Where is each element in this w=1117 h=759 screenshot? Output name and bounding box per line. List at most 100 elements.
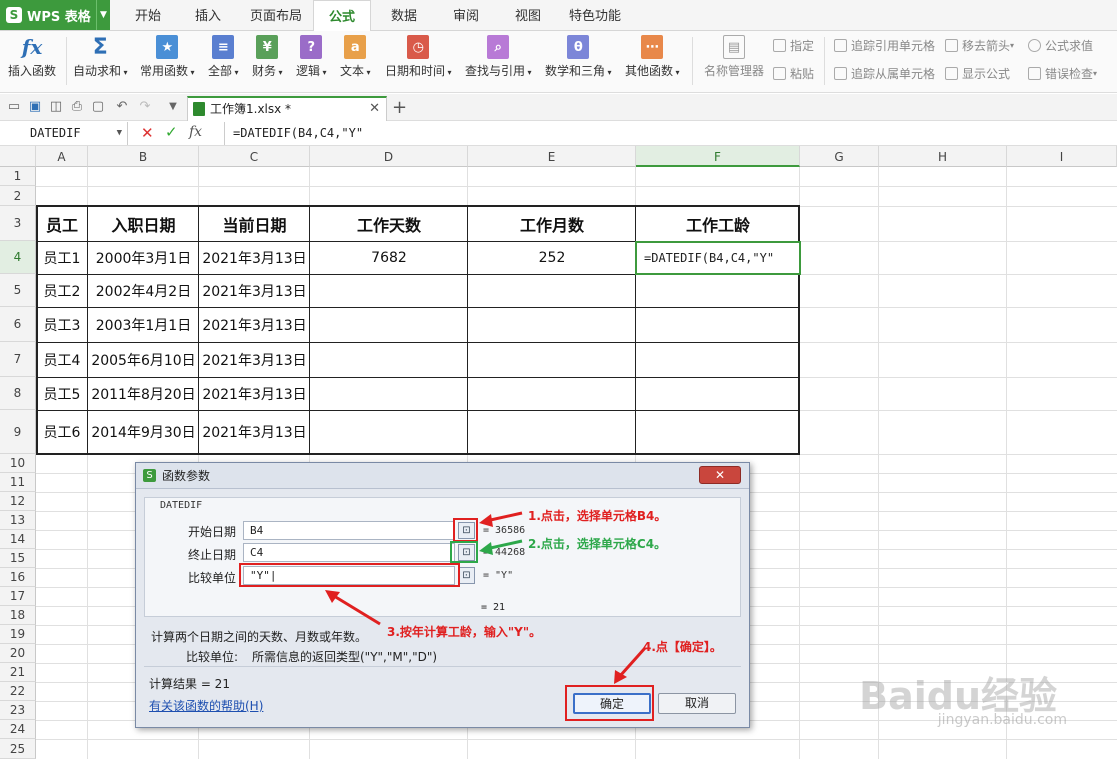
- evaluate-formula-button[interactable]: 公式求值: [1028, 37, 1093, 54]
- row-header[interactable]: 6: [0, 307, 36, 342]
- row-header[interactable]: 19: [0, 625, 36, 644]
- tab-page-layout[interactable]: 页面布局: [246, 0, 306, 31]
- wps-app-menu[interactable]: S WPS 表格 ▼: [0, 0, 110, 30]
- dialog-titlebar[interactable]: S 函数参数 ✕: [136, 463, 749, 489]
- unit-input[interactable]: "Y"|: [243, 566, 455, 585]
- tab-data[interactable]: 数据: [382, 0, 426, 31]
- table-cell[interactable]: 员工1: [36, 241, 88, 274]
- table-cell[interactable]: 员工6: [36, 410, 88, 454]
- table-cell[interactable]: 员工5: [36, 377, 88, 410]
- column-header-d[interactable]: D: [310, 146, 468, 167]
- table-header-cell[interactable]: 工作天数: [310, 206, 468, 241]
- chevron-down-icon[interactable]: ▼: [117, 122, 122, 145]
- table-cell[interactable]: 2021年3月13日: [199, 342, 310, 377]
- table-cell[interactable]: 2005年6月10日: [88, 342, 199, 377]
- tab-home[interactable]: 开始: [126, 0, 170, 31]
- close-icon[interactable]: ✕: [369, 98, 380, 120]
- help-link[interactable]: 有关该函数的帮助(H): [149, 697, 263, 714]
- table-cell[interactable]: 2021年3月13日: [199, 274, 310, 307]
- row-header[interactable]: 1: [0, 167, 36, 186]
- show-formulas-button[interactable]: 显示公式: [945, 65, 1010, 82]
- table-cell[interactable]: 员工4: [36, 342, 88, 377]
- column-header-i[interactable]: I: [1007, 146, 1117, 167]
- row-header[interactable]: 21: [0, 663, 36, 682]
- name-box[interactable]: DATEDIF ▼: [0, 122, 128, 145]
- formula-input[interactable]: =DATEDIF(B4,C4,"Y": [224, 122, 1117, 145]
- remove-arrows-button[interactable]: 移去箭头 ▾: [945, 37, 1014, 54]
- row-header[interactable]: 15: [0, 549, 36, 568]
- assign-button[interactable]: 指定: [773, 37, 814, 54]
- column-header-b[interactable]: B: [88, 146, 199, 167]
- row-header[interactable]: 3: [0, 206, 36, 241]
- undo-icon[interactable]: ↶: [114, 99, 130, 115]
- print-icon[interactable]: ⎙: [69, 99, 85, 115]
- text-functions-button[interactable]: a 文本 ▾: [340, 35, 371, 79]
- redo-icon[interactable]: ↷: [137, 99, 153, 115]
- new-tab-icon[interactable]: +: [392, 97, 407, 118]
- lookup-button[interactable]: ⌕ 查找与引用 ▾: [465, 35, 532, 79]
- cancel-button[interactable]: 取消: [658, 693, 736, 714]
- table-cell[interactable]: 2021年3月13日: [199, 307, 310, 342]
- table-cell[interactable]: 2011年8月20日: [88, 377, 199, 410]
- trace-dependents-button[interactable]: 追踪从属单元格: [834, 65, 935, 82]
- row-header[interactable]: 18: [0, 606, 36, 625]
- table-header-cell[interactable]: 员工: [36, 206, 88, 241]
- table-header-cell[interactable]: 工作月数: [468, 206, 636, 241]
- column-header-e[interactable]: E: [468, 146, 636, 167]
- table-cell[interactable]: 2002年4月2日: [88, 274, 199, 307]
- row-header[interactable]: 8: [0, 377, 36, 410]
- paste-name-button[interactable]: 粘贴: [773, 65, 814, 82]
- table-header-cell[interactable]: 当前日期: [199, 206, 310, 241]
- document-tab[interactable]: 工作簿1.xlsx * ✕: [187, 96, 387, 121]
- row-header[interactable]: 14: [0, 530, 36, 549]
- row-header[interactable]: 23: [0, 701, 36, 720]
- collapse-dialog-icon[interactable]: ⊡: [458, 544, 475, 561]
- fx-icon[interactable]: fx: [189, 124, 202, 140]
- trace-precedents-button[interactable]: 追踪引用单元格: [834, 37, 935, 54]
- math-button[interactable]: θ 数学和三角 ▾: [545, 35, 612, 79]
- collapse-dialog-icon[interactable]: ⊡: [458, 522, 475, 539]
- table-cell[interactable]: 252: [468, 241, 636, 274]
- table-cell[interactable]: 7682: [310, 241, 468, 274]
- column-header-a[interactable]: A: [36, 146, 88, 167]
- datetime-button[interactable]: ◷ 日期和时间 ▾: [385, 35, 452, 79]
- row-header[interactable]: 16: [0, 568, 36, 587]
- column-header-f[interactable]: F: [636, 146, 800, 167]
- row-header[interactable]: 17: [0, 587, 36, 606]
- row-header[interactable]: 4: [0, 241, 36, 274]
- column-header-h[interactable]: H: [879, 146, 1007, 167]
- cancel-icon[interactable]: ✕: [141, 124, 154, 142]
- row-header[interactable]: 11: [0, 473, 36, 492]
- end-date-input[interactable]: C4: [243, 543, 455, 562]
- other-functions-button[interactable]: ⋯ 其他函数 ▾: [625, 35, 680, 79]
- table-cell[interactable]: 2021年3月13日: [199, 377, 310, 410]
- common-functions-button[interactable]: ★ 常用函数 ▾: [140, 35, 195, 79]
- column-header-g[interactable]: G: [800, 146, 879, 167]
- row-header[interactable]: 13: [0, 511, 36, 530]
- all-functions-button[interactable]: ≡ 全部 ▾: [208, 35, 239, 79]
- save-icon[interactable]: ▣: [27, 99, 43, 115]
- dialog-close-button[interactable]: ✕: [699, 466, 741, 484]
- insert-function-button[interactable]: fx 插入函数: [8, 35, 56, 79]
- table-header-cell[interactable]: 工作工龄: [636, 206, 800, 241]
- row-header[interactable]: 12: [0, 492, 36, 511]
- export-pdf-icon[interactable]: ◫: [48, 99, 64, 115]
- tab-review[interactable]: 审阅: [444, 0, 488, 31]
- row-header[interactable]: 10: [0, 454, 36, 473]
- print-preview-icon[interactable]: ▢: [90, 99, 106, 115]
- tab-view[interactable]: 视图: [506, 0, 550, 31]
- table-cell[interactable]: 2021年3月13日: [199, 241, 310, 274]
- row-header[interactable]: 20: [0, 644, 36, 663]
- tab-formulas[interactable]: 公式: [313, 0, 371, 31]
- error-checking-button[interactable]: 错误检查 ▾: [1028, 65, 1097, 82]
- active-cell-f4[interactable]: =DATEDIF(B4,C4,"Y": [635, 241, 801, 275]
- column-header-c[interactable]: C: [199, 146, 310, 167]
- row-header[interactable]: 24: [0, 720, 36, 739]
- row-header[interactable]: 9: [0, 410, 36, 454]
- start-date-input[interactable]: B4: [243, 521, 455, 540]
- table-cell[interactable]: 2021年3月13日: [199, 410, 310, 454]
- table-cell[interactable]: 员工3: [36, 307, 88, 342]
- table-cell[interactable]: 2014年9月30日: [88, 410, 199, 454]
- chevron-down-icon[interactable]: ▼: [96, 0, 110, 30]
- table-cell[interactable]: 2003年1月1日: [88, 307, 199, 342]
